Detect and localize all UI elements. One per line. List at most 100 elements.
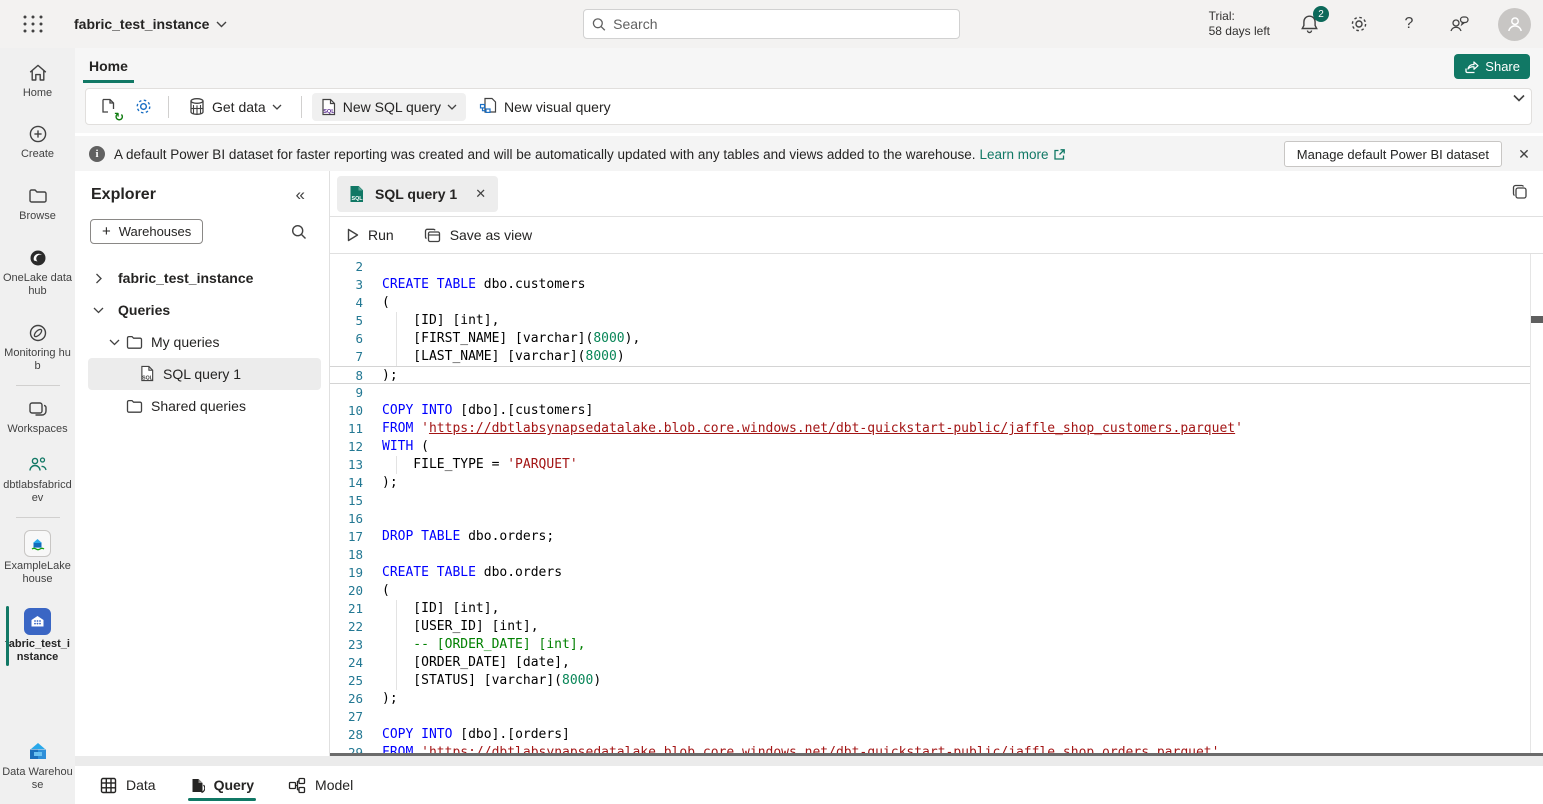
run-label: Run: [368, 227, 394, 243]
banner-close-icon[interactable]: ✕: [1515, 145, 1533, 163]
save-as-view-button[interactable]: Save as view: [424, 227, 532, 243]
tab-model[interactable]: Model: [288, 766, 353, 804]
line-number: 2: [330, 258, 363, 276]
sql-code-editor[interactable]: 23CREATE TABLE dbo.customers4(5 [ID] [in…: [330, 254, 1543, 756]
code-text: DROP TABLE dbo.orders;: [363, 528, 1530, 546]
nav-home[interactable]: Home: [0, 56, 75, 106]
code-line[interactable]: 9: [330, 384, 1530, 402]
code-text: [LAST_NAME] [varchar](8000): [363, 348, 1530, 366]
code-line[interactable]: 23 -- [ORDER_DATE] [int],: [330, 636, 1530, 654]
code-line[interactable]: 22 [USER_ID] [int],: [330, 618, 1530, 636]
feedback-button[interactable]: [1448, 13, 1470, 35]
code-line[interactable]: 27: [330, 708, 1530, 726]
tab-sql-query-1[interactable]: SQL SQL query 1 ✕: [337, 176, 498, 212]
code-line[interactable]: 2: [330, 258, 1530, 276]
account-avatar[interactable]: [1498, 8, 1531, 41]
code-line[interactable]: 6 [FIRST_NAME] [varchar](8000),: [330, 330, 1530, 348]
ribbon-tab-row: Home Share: [75, 48, 1543, 83]
run-button[interactable]: Run: [347, 227, 394, 243]
nav-create[interactable]: Create: [0, 117, 75, 167]
line-number: 15: [330, 492, 363, 510]
nav-data-warehouse-label: Data Warehouse: [2, 766, 73, 792]
line-number: 8: [330, 367, 363, 383]
code-line[interactable]: 20(: [330, 582, 1530, 600]
ribbon-settings-button[interactable]: [128, 93, 158, 121]
nav-onelake-hub[interactable]: OneLake data hub: [0, 241, 75, 304]
nav-browse[interactable]: Browse: [0, 179, 75, 229]
indent-guide: [396, 618, 397, 636]
new-sql-query-button[interactable]: SQL New SQL query: [312, 93, 466, 121]
tree-item-my-queries[interactable]: My queries: [75, 326, 329, 358]
tree-item-queries[interactable]: Queries: [75, 294, 329, 326]
tab-close-icon[interactable]: ✕: [475, 186, 486, 202]
notifications-button[interactable]: 2: [1298, 13, 1320, 35]
nav-workspace-dbt[interactable]: dbtlabsfabricdev: [0, 448, 75, 511]
settings-button[interactable]: [1348, 13, 1370, 35]
tree-item-label: fabric_test_instance: [118, 270, 253, 286]
code-line[interactable]: 12WITH (: [330, 438, 1530, 456]
ribbon-collapse-button[interactable]: [1513, 94, 1525, 102]
line-number: 24: [330, 654, 363, 672]
get-data-button[interactable]: Get data: [179, 93, 291, 121]
help-button[interactable]: ?: [1398, 13, 1420, 35]
code-line[interactable]: 25 [STATUS] [varchar](8000): [330, 672, 1530, 690]
nav-monitoring-hub[interactable]: Monitoring hub: [0, 316, 75, 379]
add-warehouses-button[interactable]: + Warehouses: [90, 219, 203, 244]
copy-icon[interactable]: [1511, 183, 1529, 201]
code-line[interactable]: 21 [ID] [int],: [330, 600, 1530, 618]
refresh-button[interactable]: ↻: [94, 93, 124, 121]
code-line[interactable]: 10COPY INTO [dbo].[customers]: [330, 402, 1530, 420]
code-line[interactable]: 3CREATE TABLE dbo.customers: [330, 276, 1530, 294]
code-line[interactable]: 11FROM 'https://dbtlabsynapsedatalake.bl…: [330, 420, 1530, 438]
code-text: CREATE TABLE dbo.customers: [363, 276, 1530, 294]
global-search[interactable]: [583, 9, 960, 39]
code-line[interactable]: 17DROP TABLE dbo.orders;: [330, 528, 1530, 546]
nav-data-warehouse[interactable]: Data Warehouse: [0, 733, 75, 798]
code-line[interactable]: 13 FILE_TYPE = 'PARQUET': [330, 456, 1530, 474]
ribbon-divider: [301, 96, 302, 118]
manage-dataset-button[interactable]: Manage default Power BI dataset: [1284, 141, 1502, 167]
line-number: 20: [330, 582, 363, 600]
tree-item-sql-query-1[interactable]: SQL SQL query 1: [88, 358, 321, 390]
code-line[interactable]: 16: [330, 510, 1530, 528]
code-line[interactable]: 24 [ORDER_DATE] [date],: [330, 654, 1530, 672]
new-visual-query-button[interactable]: New visual query: [470, 93, 620, 121]
code-line[interactable]: 8);: [330, 366, 1530, 384]
code-line[interactable]: 5 [ID] [int],: [330, 312, 1530, 330]
tab-home[interactable]: Home: [83, 58, 134, 83]
code-line[interactable]: 29FROM 'https://dbtlabsynapsedatalake.bl…: [330, 744, 1530, 756]
workspace-switcher[interactable]: fabric_test_instance: [74, 16, 227, 32]
code-line[interactable]: 15: [330, 492, 1530, 510]
tree-item-shared-queries[interactable]: Shared queries: [75, 390, 329, 422]
nav-item-lakehouse[interactable]: ExampleLakehouse: [0, 524, 75, 592]
collapse-panel-icon[interactable]: «: [296, 185, 305, 205]
share-button[interactable]: Share: [1454, 54, 1530, 79]
learn-more-link[interactable]: Learn more: [980, 147, 1066, 162]
tab-data[interactable]: Data: [100, 766, 156, 804]
code-text: [363, 708, 1530, 726]
tab-query[interactable]: Query: [190, 766, 254, 804]
code-line[interactable]: 14);: [330, 474, 1530, 492]
nav-workspaces[interactable]: Workspaces: [0, 392, 75, 442]
gear-icon: [1349, 14, 1369, 34]
code-line[interactable]: 26);: [330, 690, 1530, 708]
line-number: 13: [330, 456, 363, 474]
code-text: [USER_ID] [int],: [363, 618, 1530, 636]
tree-item-warehouse-root[interactable]: fabric_test_instance: [75, 262, 329, 294]
chevron-down-icon: [108, 339, 120, 346]
scrollbar-thumb[interactable]: [1531, 316, 1543, 323]
code-line[interactable]: 28COPY INTO [dbo].[orders]: [330, 726, 1530, 744]
explorer-search-icon[interactable]: [291, 224, 307, 240]
onelake-icon: [27, 247, 49, 269]
code-line[interactable]: 7 [LAST_NAME] [varchar](8000): [330, 348, 1530, 366]
app-launcher-icon[interactable]: [22, 13, 44, 35]
folder-icon: [126, 399, 143, 414]
top-right-actions: Trial: 58 days left 2 ?: [1209, 0, 1543, 48]
chevron-down-icon: [447, 104, 457, 110]
nav-item-instance[interactable]: fabric_test_instance: [0, 602, 75, 670]
code-line[interactable]: 18: [330, 546, 1530, 564]
editor-scrollbar[interactable]: [1530, 254, 1543, 753]
search-input[interactable]: [613, 16, 951, 32]
code-line[interactable]: 4(: [330, 294, 1530, 312]
code-line[interactable]: 19CREATE TABLE dbo.orders: [330, 564, 1530, 582]
